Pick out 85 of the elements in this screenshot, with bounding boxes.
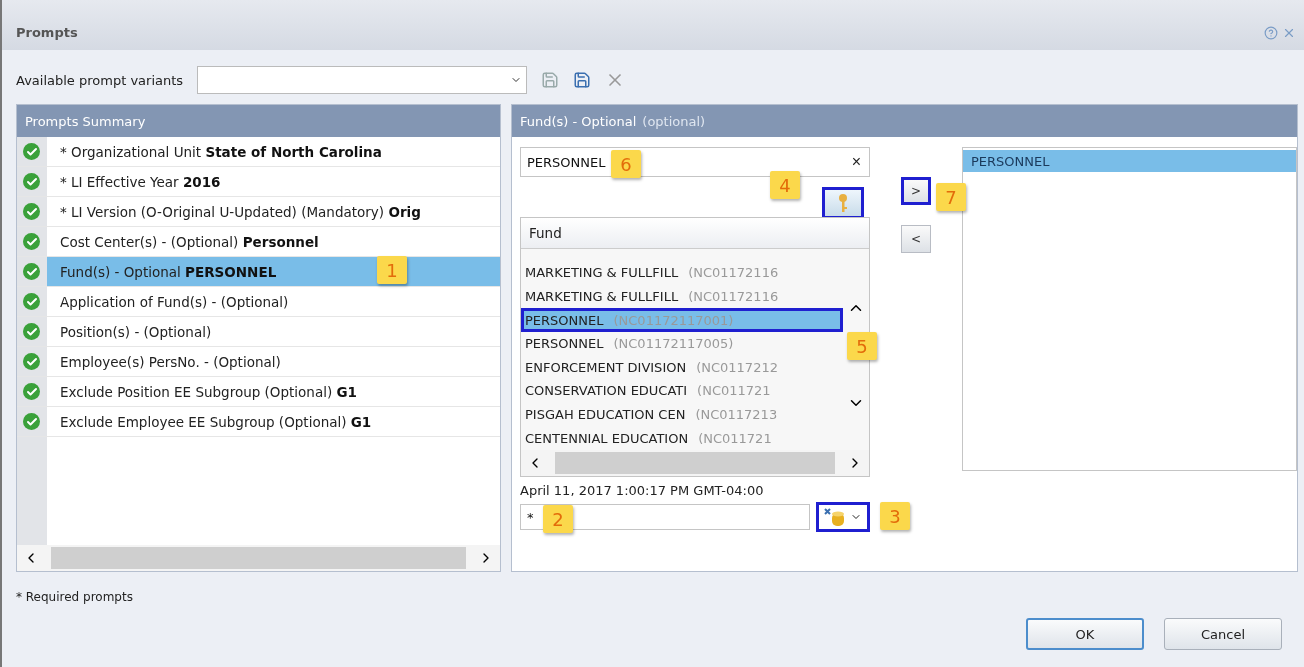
footnote: * Required prompts — [16, 590, 134, 604]
fund-row[interactable]: CENTENNIAL EDUCATION (NC011721 — [521, 426, 843, 450]
prompt-row[interactable]: * LI Effective Year 2016 — [17, 167, 500, 197]
prompt-label: Employee(s) PersNo. - (Optional) — [60, 353, 281, 370]
selected-value[interactable]: PERSONNEL — [963, 150, 1296, 172]
prompt-row[interactable]: * Organizational Unit State of North Carolina — [17, 137, 500, 167]
fund-row[interactable]: ENFORCEMENT DIVISION (NC0117212 — [521, 355, 843, 380]
prompt-row[interactable]: Exclude Employee EE Subgroup (Optional) G1 — [17, 407, 500, 437]
prompt-row[interactable]: Application of Fund(s) - (Optional) — [17, 287, 500, 317]
fund-code: (NC0117213 — [695, 407, 778, 423]
timestamp: April 11, 2017 1:00:17 PM GMT-04:00 — [520, 483, 765, 498]
callout-badge: 5 — [847, 332, 877, 360]
check-icon — [23, 293, 40, 310]
callout-badge: 6 — [611, 150, 641, 178]
search-value: PERSONNEL — [527, 154, 606, 170]
value-field[interactable]: * 2 — [520, 504, 810, 530]
prompt-row[interactable]: Exclude Position EE Subgroup (Optional) G1 — [17, 377, 500, 407]
field-value: * — [527, 509, 534, 525]
search-button[interactable] — [822, 187, 864, 219]
fund-code: (NC01172117005) — [613, 336, 734, 352]
prompt-label: Cost Center(s) - (Optional) Personnel — [60, 233, 319, 250]
prompt-label: Position(s) - (Optional) — [60, 323, 212, 340]
check-icon — [23, 323, 40, 340]
fund-code: (NC011721 — [697, 383, 771, 399]
check-icon — [23, 143, 40, 160]
prompt-label: Fund(s) - Optional PERSONNEL — [60, 263, 277, 280]
fund-row[interactable]: MARKETING & FULLFILL (NC01172116 — [521, 284, 843, 309]
check-icon — [23, 173, 40, 190]
check-icon — [23, 353, 40, 370]
fund-name: CENTENNIAL EDUCATION — [525, 430, 689, 446]
fund-row[interactable]: MARKETING & FULLFILL (NC01172116 — [521, 261, 843, 285]
prompt-label: Exclude Position EE Subgroup (Optional) G1 — [60, 383, 357, 400]
prompt-row[interactable]: Cost Center(s) - (Optional) Personnel — [17, 227, 500, 257]
fund-name: PISGAH EDUCATION CEN — [525, 407, 686, 423]
callout-badge: 7 — [936, 183, 966, 211]
fund-name: MARKETING & FULLFILL — [525, 288, 679, 304]
fund-row[interactable]: PISGAH EDUCATION CEN (NC0117213 — [521, 402, 843, 427]
optional-hint: (optional) — [642, 113, 706, 129]
prompt-label: Exclude Employee EE Subgroup (Optional) G1 — [60, 413, 372, 430]
window-title: Prompts — [16, 25, 78, 40]
fund-row[interactable]: PERSONNEL (NC01172117005) — [521, 331, 843, 356]
fund-name: PERSONNEL — [525, 312, 604, 328]
callout-badge: 3 — [880, 502, 910, 530]
save-as-icon[interactable] — [573, 71, 592, 89]
fund-row[interactable]: PERSONNEL (NC01172117001) — [521, 308, 843, 332]
check-icon — [23, 203, 40, 220]
variants-label: Available prompt variants — [16, 72, 184, 88]
check-icon — [23, 263, 40, 280]
callout-badge: 4 — [770, 171, 800, 199]
panel-title: Fund(s) - Optional — [520, 113, 637, 129]
scrollbar[interactable] — [17, 545, 500, 571]
prompt-label: * LI Version (O-Original U-Updated) (Mandatory) Orig — [60, 203, 421, 220]
panel-header: Prompts Summary — [17, 105, 500, 137]
prompt-row[interactable]: Employee(s) PersNo. - (Optional) — [17, 347, 500, 377]
fund-code: (NC01172117001) — [613, 312, 734, 328]
dialog-button[interactable]: OK — [1026, 618, 1144, 650]
check-icon — [23, 233, 40, 250]
fund-code: (NC01172116 — [688, 265, 779, 281]
prompt-row[interactable]: Fund(s) - Optional PERSONNEL 1 — [17, 257, 500, 287]
fund-name: PERSONNEL — [525, 336, 604, 352]
fund-name: ENFORCEMENT DIVISION — [525, 359, 687, 375]
fund-code: (NC011721 — [698, 430, 772, 446]
remove-button[interactable]: < — [901, 225, 931, 253]
check-icon — [23, 413, 40, 430]
key-icon — [838, 193, 848, 213]
search-field[interactable]: PERSONNEL × 6 — [520, 147, 870, 177]
fund-name: MARKETING & FULLFILL — [525, 265, 679, 281]
dialog-button[interactable]: Cancel — [1164, 618, 1282, 650]
callout-badge: 1 — [377, 256, 407, 284]
add-button[interactable]: > — [901, 177, 931, 205]
check-icon — [23, 383, 40, 400]
prompt-label: Application of Fund(s) - (Optional) — [60, 293, 289, 310]
database-icon — [824, 507, 846, 527]
fund-row[interactable]: CONSERVATION EDUCATI (NC011721 — [521, 379, 843, 403]
prompt-label: * Organizational Unit State of North Carolina — [60, 143, 382, 160]
fund-code: (NC01172116 — [688, 288, 779, 304]
fund-name: CONSERVATION EDUCATI — [525, 383, 688, 399]
fund-code: (NC0117212 — [696, 359, 778, 375]
column-header: Fund — [521, 218, 869, 249]
clear-button[interactable]: × — [851, 153, 861, 171]
callout-badge: 2 — [543, 505, 573, 533]
prompt-row[interactable]: * LI Version (O-Original U-Updated) (Mandatory) Orig — [17, 197, 500, 227]
prompt-label: * LI Effective Year 2016 — [60, 173, 221, 190]
data-source-button[interactable] — [816, 502, 870, 532]
prompt-row[interactable]: Position(s) - (Optional) — [17, 317, 500, 347]
